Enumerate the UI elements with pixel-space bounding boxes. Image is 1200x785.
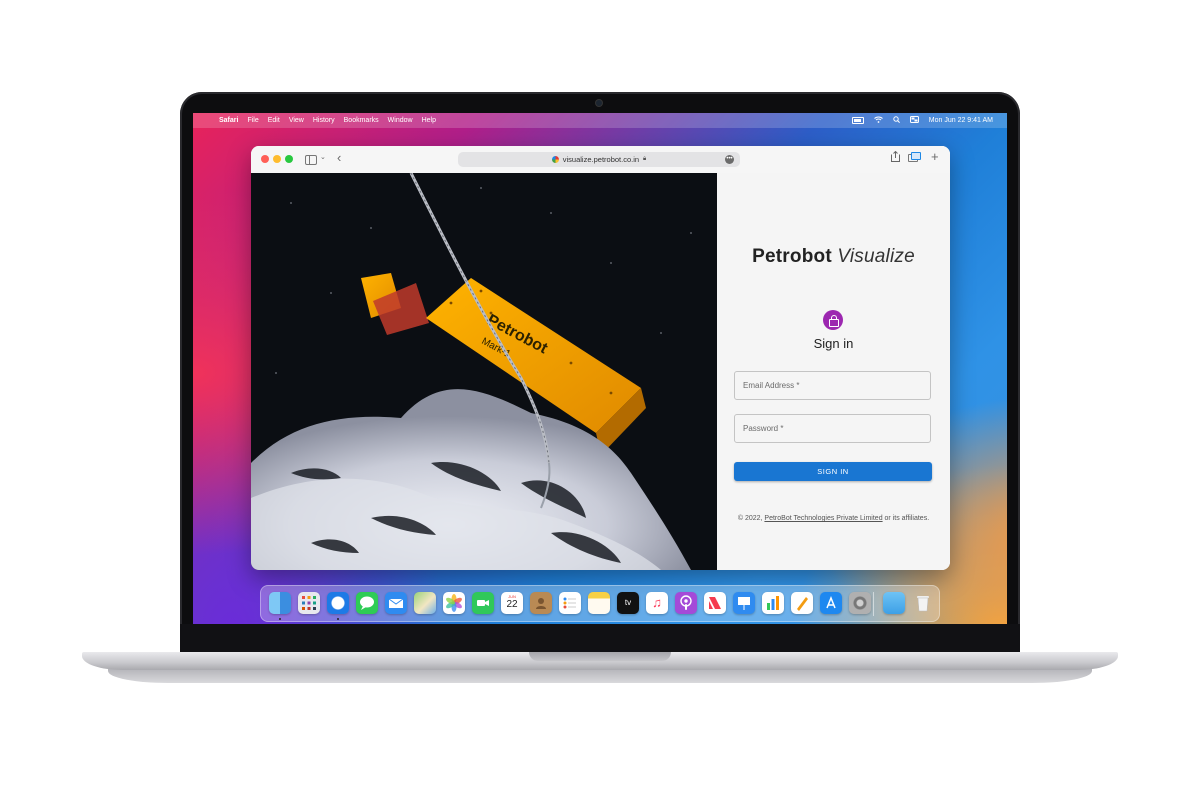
trash-icon[interactable] (912, 592, 934, 614)
site-favicon-icon (551, 156, 559, 163)
photos-icon[interactable] (443, 592, 465, 614)
apple-menu-app[interactable]: Safari (219, 117, 238, 124)
battery-icon[interactable] (851, 117, 864, 124)
menu-view[interactable]: View (289, 117, 304, 124)
keynote-icon[interactable] (733, 592, 755, 614)
numbers-icon[interactable] (762, 592, 784, 614)
control-center-icon[interactable] (909, 116, 919, 125)
reminders-icon[interactable] (559, 592, 581, 614)
wifi-icon[interactable] (873, 116, 883, 125)
menu-file[interactable]: File (247, 117, 258, 124)
pages-icon[interactable] (791, 592, 813, 614)
running-indicator (337, 618, 339, 620)
email-field[interactable] (734, 371, 931, 400)
brand-name: Petrobot (752, 246, 832, 267)
dock: JUN 22 tv ♫ (260, 585, 940, 622)
zoom-window-button[interactable] (285, 155, 293, 163)
system-preferences-icon[interactable] (849, 592, 871, 614)
sidebar-toggle-icon[interactable] (305, 155, 317, 165)
company-link[interactable]: PetroBot Technologies Private Limited (764, 515, 882, 522)
mail-icon[interactable] (385, 592, 407, 614)
finder-icon[interactable] (269, 592, 291, 614)
email-input[interactable] (735, 372, 930, 399)
menu-bar: Safari File Edit View History Bookmarks … (193, 113, 1007, 128)
close-window-button[interactable] (261, 155, 269, 163)
music-icon[interactable]: ♫ (646, 592, 668, 614)
menu-history[interactable]: History (313, 117, 335, 124)
brand-product: Visualize (837, 246, 915, 267)
desktop-screen: Safari File Edit View History Bookmarks … (193, 113, 1007, 624)
calendar-day: 22 (506, 599, 518, 610)
bottom-bezel (180, 624, 1020, 654)
minimize-window-button[interactable] (273, 155, 281, 163)
address-url: visualize.petrobot.co.in (562, 155, 640, 164)
running-indicator (279, 618, 281, 620)
menubar-clock[interactable]: Mon Jun 22 9:41 AM (929, 117, 993, 124)
maps-icon[interactable] (414, 592, 436, 614)
sign-in-button[interactable]: SIGN IN (734, 462, 932, 481)
menu-bookmarks[interactable]: Bookmarks (344, 117, 379, 124)
downloads-folder-icon[interactable] (883, 592, 905, 614)
app-store-icon[interactable] (820, 592, 842, 614)
news-icon[interactable] (704, 592, 726, 614)
share-icon[interactable] (891, 150, 900, 165)
new-tab-icon[interactable]: + (931, 149, 939, 164)
facetime-icon[interactable] (472, 592, 494, 614)
launchpad-icon[interactable] (298, 592, 320, 614)
lock-icon (823, 310, 843, 330)
back-arrow-icon[interactable]: ‹ (337, 150, 341, 165)
password-field[interactable] (734, 414, 931, 443)
notes-icon[interactable] (588, 592, 610, 614)
camera (596, 100, 602, 106)
laptop-base-underside (108, 669, 1092, 683)
copyright-suffix: or its affiliates. (882, 515, 930, 522)
contacts-icon[interactable] (530, 592, 552, 614)
laptop-notch (529, 652, 671, 661)
signin-heading: Sign in (813, 336, 854, 351)
chevron-down-icon[interactable]: ⌄ (320, 153, 326, 161)
apple-tv-icon[interactable]: tv (617, 592, 639, 614)
login-panel: Petrobot Visualize Sign in SIGN IN © 202… (717, 173, 950, 570)
dock-separator (873, 592, 874, 616)
menu-window[interactable]: Window (388, 117, 413, 124)
podcasts-icon[interactable] (675, 592, 697, 614)
password-input[interactable] (735, 415, 930, 442)
menu-help[interactable]: Help (422, 117, 436, 124)
lock-icon: 🔒︎ (643, 156, 647, 162)
window-controls (261, 155, 293, 163)
hero-photo: Petrobot Mark-1 (251, 173, 717, 570)
menu-edit[interactable]: Edit (268, 117, 280, 124)
calendar-icon[interactable]: JUN 22 (501, 592, 523, 614)
messages-icon[interactable] (356, 592, 378, 614)
copyright-notice: © 2022, PetroBot Technologies Private Li… (737, 513, 930, 524)
copyright-prefix: © 2022, (737, 515, 765, 522)
brand-logo: Petrobot Visualize (717, 246, 950, 268)
address-bar[interactable]: visualize.petrobot.co.in 🔒︎ ••• (458, 152, 740, 167)
safari-toolbar: ⌄ ‹ visualize.petrobot.co.in 🔒︎ ••• + (251, 146, 950, 174)
page-menu-icon[interactable]: ••• (725, 155, 734, 164)
safari-window: ⌄ ‹ visualize.petrobot.co.in 🔒︎ ••• + Pe… (251, 146, 950, 570)
search-icon[interactable] (893, 116, 900, 125)
tab-overview-icon[interactable] (908, 152, 921, 162)
safari-icon[interactable] (327, 592, 349, 614)
